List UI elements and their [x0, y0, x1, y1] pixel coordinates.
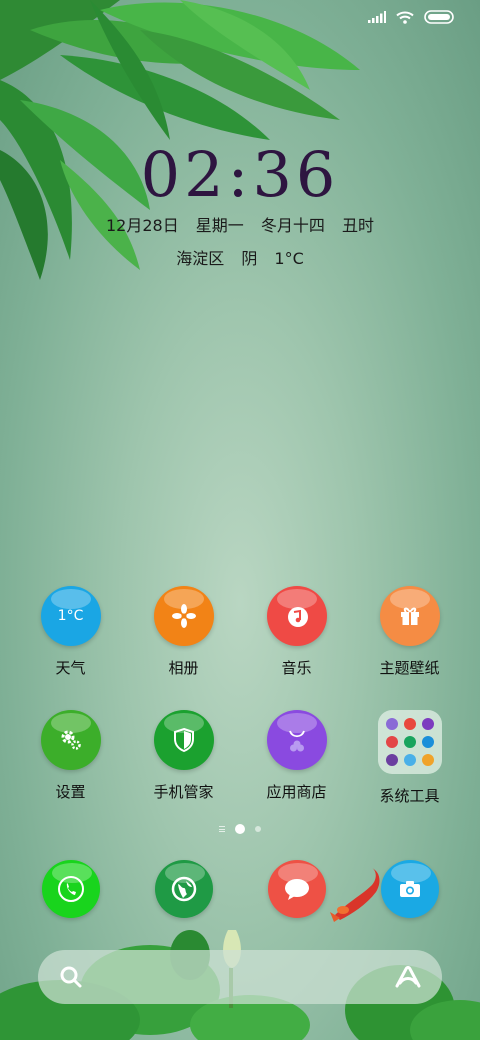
app-label: 系统工具 — [379, 787, 440, 805]
district: 海淀区 — [176, 249, 225, 268]
app-weather[interactable]: 1°C 天气 — [14, 586, 127, 678]
folder-icon — [377, 710, 442, 774]
gift-icon — [379, 586, 440, 646]
dock — [14, 860, 466, 918]
folder-mini-app-icon — [403, 736, 416, 748]
app-label: 手机管家 — [153, 783, 214, 801]
app-label: 相册 — [168, 659, 199, 677]
shield-icon — [153, 710, 214, 770]
dock-phone[interactable] — [14, 860, 127, 918]
weather-icon-temperature: 1°C — [57, 608, 84, 624]
dock-camera[interactable] — [353, 860, 466, 918]
temperature: 1°C — [274, 249, 304, 268]
shopping-bag-icon — [266, 710, 327, 770]
app-grid: 1°C 天气 相册 音乐 主题壁纸 设置 手机管家 应用商店 系统工具 — [14, 586, 466, 806]
gear-icon — [40, 710, 101, 770]
folder-mini-app-icon — [421, 736, 434, 748]
music-icon — [266, 586, 327, 646]
dock-messages[interactable] — [240, 860, 353, 918]
wifi-icon — [396, 11, 414, 24]
message-icon — [267, 860, 326, 918]
folder-mini-app-icon — [421, 754, 434, 766]
folder-mini-app-icon — [385, 736, 398, 748]
phone-icon — [41, 860, 100, 918]
app-themes[interactable]: 主题壁纸 — [353, 586, 466, 678]
app-gallery[interactable]: 相册 — [127, 586, 240, 678]
clock-time[interactable]: 02:36 — [0, 138, 480, 211]
app-label: 应用商店 — [266, 783, 327, 801]
app-store[interactable]: 应用商店 — [240, 710, 353, 806]
flower-icon — [153, 586, 214, 646]
camera-icon — [380, 860, 439, 918]
assistant-icon[interactable] — [394, 964, 422, 990]
dock-browser[interactable] — [127, 860, 240, 918]
app-label: 音乐 — [281, 659, 312, 677]
battery-icon — [424, 10, 454, 24]
weather-summary[interactable]: 海淀区 阴 1°C — [0, 245, 480, 269]
page-indicator[interactable] — [0, 824, 480, 834]
page-indicator-dot — [255, 826, 261, 832]
weather-condition: 阴 — [241, 249, 258, 268]
app-music[interactable]: 音乐 — [240, 586, 353, 678]
search-icon[interactable] — [58, 964, 84, 990]
status-bar — [368, 10, 454, 24]
folder-mini-app-icon — [385, 718, 398, 730]
folder-mini-app-icon — [385, 754, 398, 766]
folder-mini-app-icon — [403, 718, 416, 730]
browser-icon — [154, 860, 213, 918]
page-indicator-list — [219, 826, 225, 832]
date-line: 12月28日 星期一 冬月十四 丑时 — [0, 212, 480, 236]
app-folder-system-tools[interactable]: 系统工具 — [353, 710, 466, 806]
page-indicator-current — [235, 824, 245, 834]
folder-mini-app-icon — [403, 754, 416, 766]
lunar-date: 冬月十四 — [260, 216, 325, 235]
app-label: 设置 — [55, 783, 86, 801]
lunar-hour: 丑时 — [342, 216, 375, 235]
app-label: 天气 — [55, 659, 86, 677]
signal-icon — [368, 11, 386, 23]
search-bar[interactable] — [38, 950, 442, 1004]
folder-mini-app-icon — [421, 718, 434, 730]
app-settings[interactable]: 设置 — [14, 710, 127, 806]
weather-icon: 1°C — [40, 586, 101, 646]
date: 12月28日 — [105, 216, 179, 235]
weekday: 星期一 — [195, 216, 244, 235]
app-label: 主题壁纸 — [379, 659, 440, 677]
app-security[interactable]: 手机管家 — [127, 710, 240, 806]
